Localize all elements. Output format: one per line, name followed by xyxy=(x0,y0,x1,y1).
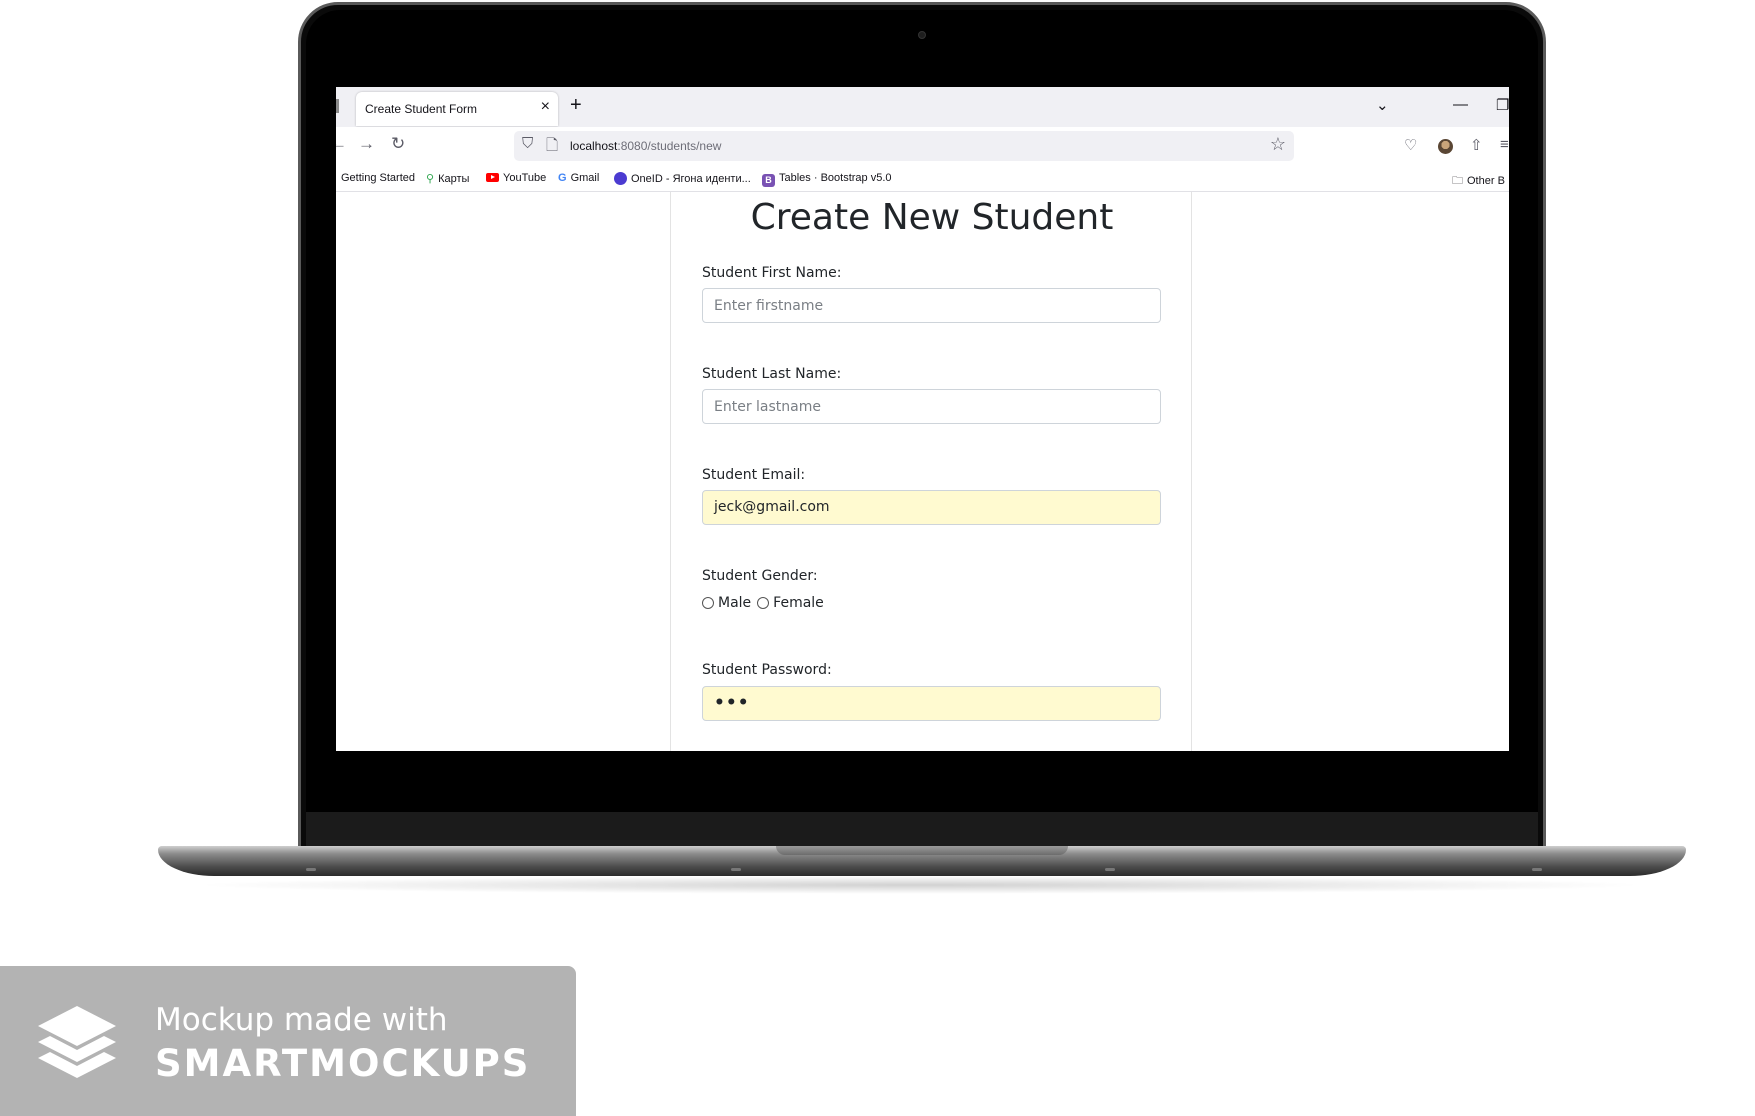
minimize-icon[interactable]: — xyxy=(1453,96,1468,113)
forward-icon[interactable]: → xyxy=(358,134,375,154)
laptop-shadow xyxy=(190,876,1650,894)
youtube-icon xyxy=(486,173,499,182)
bezel-bottom xyxy=(306,812,1538,846)
folder-icon: 🗀 xyxy=(1452,175,1463,187)
shield-icon[interactable]: ⛉ xyxy=(522,135,533,152)
google-icon: G xyxy=(558,172,567,184)
bookmark-bootstrap-tables[interactable]: B Tables · Bootstrap v5.0 xyxy=(762,172,892,187)
other-bookmarks[interactable]: 🗀 Other B xyxy=(1452,172,1505,191)
url-host: localhost xyxy=(570,139,618,153)
laptop-foot xyxy=(306,868,316,871)
mockup-stage: Create Student Form × + ⌄ — ❐ ← → ↻ ⛉ 🗋 … xyxy=(0,0,1755,1116)
bookmark-star-icon[interactable]: ☆ xyxy=(1270,134,1286,155)
watermark-brand: SMARTMOCKUPS xyxy=(155,1042,531,1085)
previous-tab-edge[interactable] xyxy=(336,99,339,113)
watermark-caption: Mockup made with xyxy=(155,1002,448,1038)
bootstrap-icon: B xyxy=(762,174,775,187)
laptop-foot xyxy=(731,868,741,871)
bookmark-label: Getting Started xyxy=(341,172,415,184)
page-content: Create New Student Student First Name: S… xyxy=(336,192,1509,751)
first-name-input[interactable] xyxy=(702,288,1161,323)
first-name-label: Student First Name: xyxy=(702,265,842,281)
bookmark-label: Gmail xyxy=(570,172,600,184)
bookmark-label: Карты xyxy=(438,173,470,185)
password-input[interactable]: ••• xyxy=(702,686,1161,721)
gender-radio-group: Male Female xyxy=(702,595,824,611)
back-icon[interactable]: ← xyxy=(336,134,347,154)
bookmark-youtube[interactable]: YouTube xyxy=(486,172,546,184)
bookmark-gmail[interactable]: G Gmail xyxy=(558,172,599,184)
account-avatar[interactable] xyxy=(1438,139,1453,154)
gender-label: Student Gender: xyxy=(702,568,818,584)
extensions-icon[interactable]: ⇧ xyxy=(1470,136,1483,154)
bookmark-maps[interactable]: ⚲ Карты xyxy=(426,172,469,185)
bookmarks-toolbar: Getting Started ⚲ Карты YouTube G Gmail On… xyxy=(336,165,1509,192)
gender-female-label[interactable]: Female xyxy=(773,595,824,611)
last-name-input[interactable] xyxy=(702,389,1161,424)
email-input[interactable]: jeck@gmail.com xyxy=(702,490,1161,525)
tab-title: Create Student Form xyxy=(365,102,478,116)
bookmark-getting-started[interactable]: Getting Started xyxy=(341,172,415,184)
other-bookmarks-label: Other B xyxy=(1467,175,1505,187)
layers-logo-icon xyxy=(38,1006,116,1078)
bookmark-label: YouTube xyxy=(503,172,547,184)
last-name-label: Student Last Name: xyxy=(702,366,842,382)
url-text[interactable]: localhost:8080/students/new xyxy=(570,139,721,153)
tab-create-student-form[interactable]: Create Student Form × xyxy=(356,92,558,126)
page-title: Create New Student xyxy=(750,197,1114,238)
webcam xyxy=(918,31,926,39)
gender-female-radio[interactable] xyxy=(757,597,770,609)
smartmockups-watermark: Mockup made with SMARTMOCKUPS xyxy=(0,966,576,1116)
bookmark-oneid[interactable]: OneID - Ягона иденти... xyxy=(614,172,751,185)
restore-icon[interactable]: ❐ xyxy=(1496,96,1509,114)
maps-pin-icon: ⚲ xyxy=(426,173,435,185)
navigation-bar: ← → ↻ ⛉ 🗋 localhost:8080/students/new ☆ … xyxy=(336,127,1509,165)
url-path: :8080/students/new xyxy=(617,139,722,153)
bookmark-label: OneID - Ягона иденти... xyxy=(631,173,751,185)
email-label: Student Email: xyxy=(702,467,806,483)
new-tab-icon[interactable]: + xyxy=(570,94,582,117)
address-bar[interactable]: ⛉ 🗋 localhost:8080/students/new ☆ xyxy=(514,131,1294,161)
tab-bar: Create Student Form × + ⌄ — ❐ xyxy=(336,87,1509,127)
list-tabs-icon[interactable]: ⌄ xyxy=(1376,96,1389,114)
page-icon: 🗋 xyxy=(546,137,559,154)
menu-icon[interactable]: ≡ xyxy=(1500,136,1509,153)
pocket-icon[interactable]: ♡ xyxy=(1404,136,1417,154)
bookmark-label: Tables · Bootstrap v5.0 xyxy=(779,172,892,184)
student-form: Create New Student Student First Name: S… xyxy=(670,192,1192,751)
screen: Create Student Form × + ⌄ — ❐ ← → ↻ ⛉ 🗋 … xyxy=(336,87,1509,751)
tab-close-icon[interactable]: × xyxy=(541,98,550,116)
gender-male-label[interactable]: Male xyxy=(718,595,751,611)
gender-male-radio[interactable] xyxy=(702,597,714,609)
laptop-foot xyxy=(1105,868,1115,871)
reload-icon[interactable]: ↻ xyxy=(391,134,405,154)
password-label: Student Password: xyxy=(702,662,832,678)
oneid-icon xyxy=(614,172,627,185)
laptop-foot xyxy=(1532,868,1542,871)
laptop-hinge-notch xyxy=(776,846,1068,855)
